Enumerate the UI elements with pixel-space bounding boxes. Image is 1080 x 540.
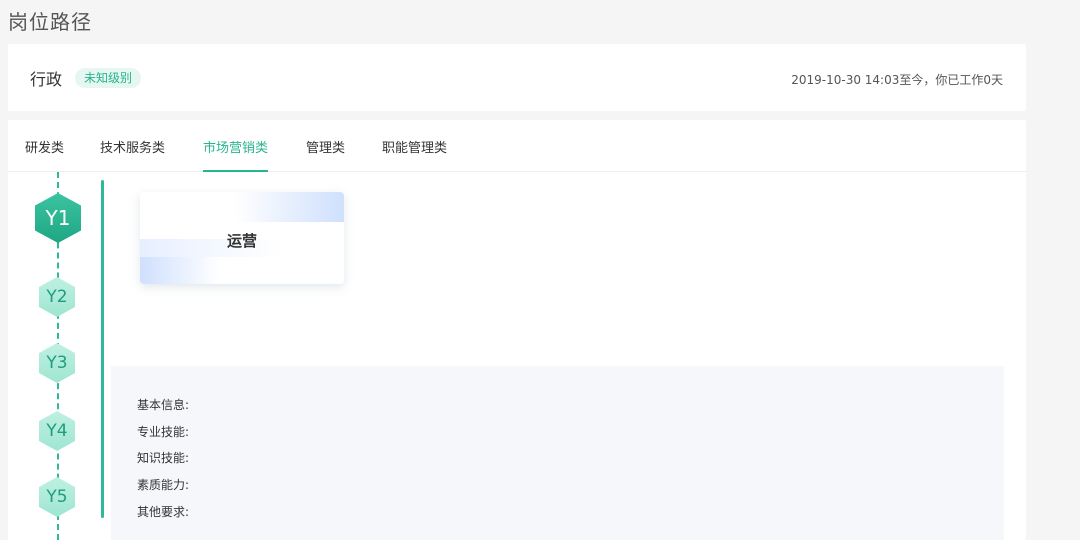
job-name: 行政 xyxy=(30,70,63,89)
info-basic-label: 基本信息: xyxy=(137,398,190,412)
tab-rnd[interactable]: 研发类 xyxy=(25,137,64,172)
level-badge: 未知级别 xyxy=(75,68,142,88)
tab-functional-management[interactable]: 职能管理类 xyxy=(382,137,447,172)
page-title: 岗位路径 xyxy=(8,10,92,34)
level-node-y5[interactable]: Y5 xyxy=(39,477,75,517)
info-other-label: 其他要求: xyxy=(137,505,190,519)
card-glow-decoration xyxy=(140,257,220,284)
card-glow-decoration xyxy=(234,192,344,222)
job-card-operations[interactable]: 运营 xyxy=(140,192,344,284)
tab-marketing[interactable]: 市场营销类 xyxy=(203,137,269,172)
tab-tech-service[interactable]: 技术服务类 xyxy=(100,137,165,172)
level-node-y1[interactable]: Y1 xyxy=(35,193,81,243)
job-card-label: 运营 xyxy=(226,232,257,250)
info-knowledge-label: 知识技能: xyxy=(137,451,190,465)
career-path-card: 研发类 技术服务类 市场营销类 管理类 职能管理类 Y1 Y2 Y3 Y4 Y5… xyxy=(8,120,1026,540)
timeline-divider-bar xyxy=(101,180,104,518)
category-tabs: 研发类 技术服务类 市场营销类 管理类 职能管理类 xyxy=(8,120,1026,172)
job-info-panel: 基本信息: 专业技能: 知识技能: 素质能力: 其他要求: xyxy=(111,366,1004,540)
level-node-y3[interactable]: Y3 xyxy=(39,343,75,383)
info-quality-label: 素质能力: xyxy=(137,478,190,492)
level-node-y4[interactable]: Y4 xyxy=(39,411,75,451)
level-node-y2[interactable]: Y2 xyxy=(39,277,75,317)
tab-management[interactable]: 管理类 xyxy=(306,137,345,172)
work-duration-info: 2019-10-30 14:03至今，你已工作0天 xyxy=(791,73,1003,87)
info-skills-label: 专业技能: xyxy=(137,425,190,439)
job-header-card: 行政 未知级别 2019-10-30 14:03至今，你已工作0天 xyxy=(8,44,1026,111)
